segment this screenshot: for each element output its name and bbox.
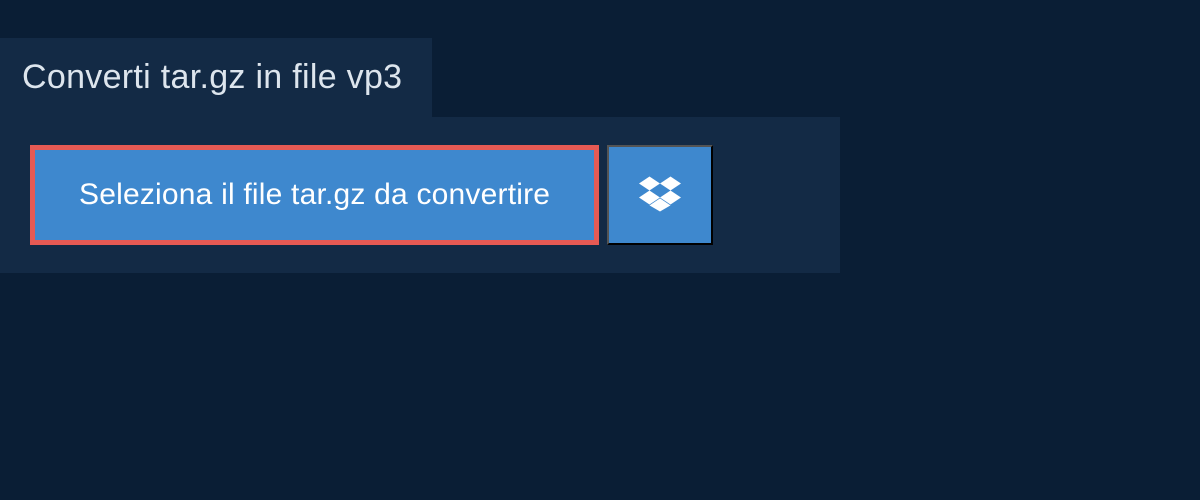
dropbox-button[interactable] [607, 145, 713, 245]
select-file-label: Seleziona il file tar.gz da convertire [79, 178, 550, 212]
button-row: Seleziona il file tar.gz da convertire [30, 145, 810, 245]
dropbox-icon [639, 173, 681, 218]
page-title: Converti tar.gz in file vp3 [22, 58, 402, 97]
header-tab: Converti tar.gz in file vp3 [0, 38, 432, 117]
upload-panel: Seleziona il file tar.gz da convertire [0, 117, 840, 273]
select-file-button[interactable]: Seleziona il file tar.gz da convertire [30, 145, 599, 245]
